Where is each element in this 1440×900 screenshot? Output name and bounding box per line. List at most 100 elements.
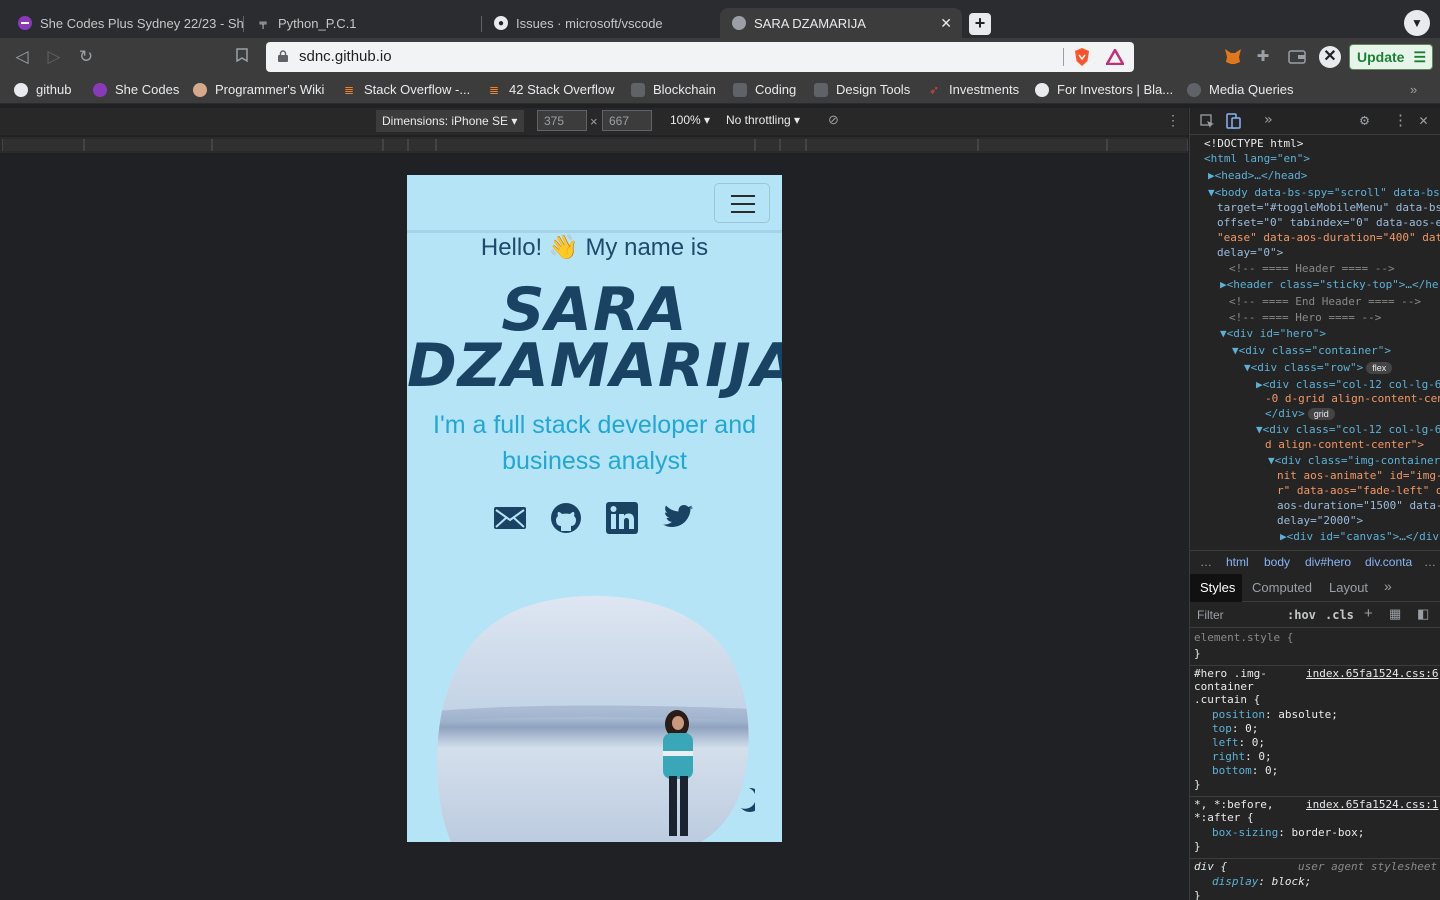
crumb-overflow-icon[interactable]: … bbox=[1200, 555, 1212, 569]
grid-badge[interactable]: grid bbox=[1307, 408, 1335, 420]
browser-tab-active[interactable]: SARA DZAMARIJA ✕ bbox=[720, 8, 962, 38]
style-rule-line: } bbox=[1194, 889, 1201, 900]
dom-line[interactable]: ▼<body data-bs-spy="scroll" data-bs- bbox=[1208, 186, 1440, 199]
bookmark-item[interactable]: ≣ 42 Stack Overflow bbox=[487, 82, 615, 97]
style-source: index.65fa1524.css:1 bbox=[1306, 798, 1439, 811]
address-bar[interactable]: sdnc.github.io bbox=[266, 42, 1134, 72]
style-declaration[interactable]: position: absolute; bbox=[1212, 708, 1338, 721]
bookmark-item[interactable]: Blockchain bbox=[631, 82, 716, 97]
style-declaration[interactable]: bottom: 0; bbox=[1212, 764, 1278, 777]
gear-icon[interactable]: ⚙ bbox=[1360, 111, 1369, 129]
dom-line: r" data-aos="fade-left" d bbox=[1277, 484, 1440, 497]
style-source-link[interactable]: index.65fa1524.css:6 bbox=[1306, 667, 1438, 680]
style-source-link[interactable]: index.65fa1524.css:1 bbox=[1306, 798, 1438, 811]
dom-line[interactable]: ▶<div id="canvas">…</div bbox=[1280, 530, 1439, 543]
width-input[interactable]: 375 bbox=[537, 110, 587, 131]
style-selector: } bbox=[1194, 647, 1201, 660]
brave-shield-icon[interactable] bbox=[1073, 47, 1091, 67]
bookmark-item[interactable]: Coding bbox=[733, 82, 796, 97]
bookmark-item[interactable]: Media Queries bbox=[1187, 82, 1294, 97]
wallet-icon[interactable] bbox=[1288, 50, 1306, 64]
tab-computed[interactable]: Computed bbox=[1252, 580, 1312, 595]
dom-line[interactable]: ▶<header class="sticky-top">…</he bbox=[1220, 278, 1439, 291]
dom-line[interactable]: ▼<div id="hero"> bbox=[1220, 327, 1326, 340]
sidebar-toggle-icon[interactable]: ◧ bbox=[1417, 606, 1429, 622]
style-declaration[interactable]: right: 0; bbox=[1212, 750, 1272, 763]
device-select[interactable]: Dimensions: iPhone SE ▾ bbox=[376, 110, 524, 132]
close-icon[interactable]: ✕ bbox=[1419, 111, 1428, 129]
dom-line[interactable]: ▼<div class="img-container bbox=[1268, 454, 1440, 467]
moon-icon[interactable] bbox=[741, 787, 755, 812]
more-options-icon[interactable]: ⋮ bbox=[1393, 111, 1408, 129]
bookmark-item[interactable]: ≣ Stack Overflow -... bbox=[342, 82, 470, 97]
menu-toggle-button[interactable] bbox=[714, 183, 770, 223]
dom-line-text: </div> bbox=[1265, 407, 1305, 420]
browser-tab[interactable]: ╤ Python_P.C.1 bbox=[244, 8, 482, 38]
more-options-icon[interactable]: ⋮ bbox=[1166, 112, 1180, 129]
bookmark-item[interactable]: For Investors | Bla... bbox=[1035, 82, 1173, 97]
style-declaration[interactable]: top: 0; bbox=[1212, 722, 1258, 735]
crumb-body[interactable]: body bbox=[1264, 555, 1290, 569]
brave-rewards-icon[interactable] bbox=[1106, 49, 1124, 65]
inspect-icon[interactable] bbox=[1200, 114, 1215, 129]
back-icon[interactable]: ◁ bbox=[11, 46, 33, 68]
crumb-html[interactable]: html bbox=[1226, 555, 1249, 569]
update-button[interactable]: Update ☰ bbox=[1349, 44, 1433, 70]
styles-filter-input[interactable]: Filter bbox=[1197, 608, 1224, 622]
add-rule-icon[interactable]: + bbox=[1364, 605, 1373, 622]
bookmark-label: Coding bbox=[755, 82, 797, 97]
dom-line[interactable]: <html lang="en"> bbox=[1204, 152, 1310, 165]
tab-layout[interactable]: Layout bbox=[1329, 580, 1368, 595]
forward-icon[interactable]: ▷ bbox=[43, 46, 65, 68]
url-text: sdnc.github.io bbox=[299, 48, 392, 65]
dom-line[interactable]: ▶<head>…</head> bbox=[1208, 169, 1307, 182]
more-bookmarks-icon[interactable]: » bbox=[1410, 82, 1417, 97]
bookmark-item[interactable]: Design Tools bbox=[814, 82, 910, 97]
style-declaration[interactable]: box-sizing: border-box; bbox=[1212, 826, 1364, 839]
dom-line[interactable]: ▼<div class="container"> bbox=[1232, 344, 1391, 357]
zoom-select[interactable]: 100% ▾ bbox=[670, 113, 710, 127]
dom-line[interactable]: ▼<div class="row"> flex bbox=[1244, 361, 1393, 374]
crumb-hero[interactable]: div#hero bbox=[1305, 555, 1351, 569]
crumb-more-icon[interactable]: … bbox=[1424, 555, 1436, 569]
dom-comment[interactable]: <!-- ==== End Header ==== --> bbox=[1229, 295, 1421, 308]
rotate-icon[interactable]: ⊘ bbox=[828, 112, 839, 128]
crumb-container[interactable]: div.conta bbox=[1365, 555, 1412, 569]
new-tab-button[interactable]: + bbox=[969, 13, 991, 35]
reload-icon[interactable]: ↻ bbox=[75, 46, 97, 68]
bookmark-icon[interactable] bbox=[231, 46, 253, 68]
throttling-select[interactable]: No throttling ▾ bbox=[726, 113, 800, 127]
more-tabs-icon[interactable]: » bbox=[1384, 578, 1392, 594]
bookmark-item[interactable]: ➶ Investments bbox=[927, 82, 1019, 97]
bookmark-item[interactable]: She Codes bbox=[93, 82, 179, 97]
browser-tab[interactable]: ● Issues · microsoft/vscode bbox=[482, 8, 720, 38]
dom-line[interactable]: ▶<div class="col-12 col-lg-6 bbox=[1256, 378, 1440, 391]
height-input[interactable]: 667 bbox=[602, 110, 652, 131]
extensions-icon[interactable]: ✚ bbox=[1252, 46, 1274, 68]
chevron-down-icon[interactable]: ▼ bbox=[1404, 10, 1430, 36]
cls-toggle[interactable]: .cls bbox=[1325, 608, 1354, 622]
tab-styles[interactable]: Styles bbox=[1200, 580, 1235, 595]
dom-line-text: ▼<div class="row"> bbox=[1244, 361, 1364, 374]
hov-toggle[interactable]: :hov bbox=[1287, 608, 1316, 622]
dom-line[interactable]: ▼<div class="col-12 col-lg-6 bbox=[1256, 423, 1440, 436]
device-toggle-icon[interactable] bbox=[1226, 113, 1242, 129]
dom-comment[interactable]: <!-- ==== Header ==== --> bbox=[1229, 262, 1395, 275]
linkedin-icon[interactable] bbox=[605, 501, 639, 535]
bookmark-item[interactable]: Programmer's Wiki bbox=[193, 82, 324, 97]
bookmark-item[interactable]: github bbox=[14, 82, 71, 97]
dom-line[interactable]: <!DOCTYPE html> bbox=[1204, 137, 1303, 150]
email-icon[interactable] bbox=[493, 501, 527, 535]
metamask-icon[interactable] bbox=[1224, 48, 1242, 65]
paint-icon[interactable]: ▦ bbox=[1389, 606, 1401, 622]
github-icon[interactable] bbox=[549, 501, 583, 535]
more-tabs-icon[interactable]: » bbox=[1264, 112, 1272, 128]
style-declaration[interactable]: left: 0; bbox=[1212, 736, 1265, 749]
dom-line: aos-duration="1500" data- bbox=[1277, 499, 1440, 512]
twitter-icon[interactable] bbox=[661, 501, 695, 535]
profile-avatar[interactable]: ✕ bbox=[1319, 46, 1341, 68]
browser-tab[interactable]: She Codes Plus Sydney 22/23 - She bbox=[6, 8, 244, 38]
close-icon[interactable]: ✕ bbox=[940, 15, 952, 32]
dom-comment[interactable]: <!-- ==== Hero ==== --> bbox=[1229, 311, 1381, 324]
flex-badge[interactable]: flex bbox=[1366, 362, 1393, 374]
